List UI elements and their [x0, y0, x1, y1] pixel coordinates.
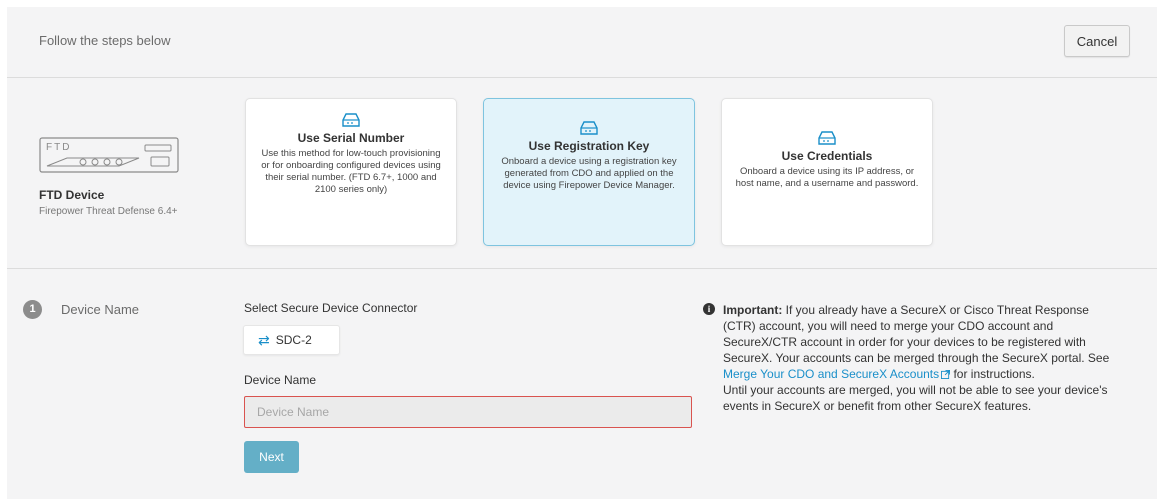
info-icon: i: [703, 303, 715, 315]
card-registration-key[interactable]: Use Registration Key Onboard a device us…: [483, 98, 695, 246]
sdc-label: Select Secure Device Connector: [244, 301, 418, 315]
device-name-label: Device Name: [244, 373, 317, 387]
important-label: Important:: [723, 303, 783, 317]
page-title: Follow the steps below: [39, 33, 171, 48]
cancel-button[interactable]: Cancel: [1064, 25, 1130, 57]
device-subtitle: Firepower Threat Defense 6.4+: [39, 206, 178, 217]
next-button[interactable]: Next: [244, 441, 299, 473]
note-text-end: for instructions.: [950, 367, 1035, 381]
merge-accounts-link-text: Merge Your CDO and SecureX Accounts: [723, 367, 940, 381]
sdc-value: SDC-2: [275, 333, 312, 347]
device-name-step: 1 Device Name Select Secure Device Conne…: [7, 269, 1157, 499]
onboarding-method-section: FTD FTD Device Firepower Threat Defense …: [7, 78, 1157, 269]
card-description: Onboard a device using its IP address, o…: [735, 166, 919, 189]
device-icon: [580, 121, 598, 135]
card-description: Use this method for low-touch provisioni…: [261, 148, 441, 195]
step-number-badge: 1: [23, 300, 42, 319]
device-title: FTD Device: [39, 188, 105, 202]
card-serial-number[interactable]: Use Serial Number Use this method for lo…: [245, 98, 457, 246]
device-icon: [342, 113, 360, 127]
header: Follow the steps below Cancel: [7, 7, 1157, 78]
device-graphic-label: FTD: [46, 142, 71, 153]
card-credentials[interactable]: Use Credentials Onboard a device using i…: [721, 98, 933, 246]
card-title: Use Serial Number: [297, 131, 405, 145]
external-link-icon: [941, 370, 951, 379]
onboarding-panel: Follow the steps below Cancel FTD FTD De…: [7, 7, 1157, 499]
step-label: Device Name: [61, 302, 140, 317]
note-text-second: Until your accounts are merged, you will…: [723, 383, 1108, 413]
ftd-device-icon: FTD: [39, 137, 179, 173]
device-icon: [818, 131, 836, 145]
sdc-selector[interactable]: ⇄ SDC-2: [243, 325, 340, 355]
merge-accounts-link[interactable]: Merge Your CDO and SecureX Accounts: [723, 367, 951, 381]
card-title: Use Credentials: [781, 149, 873, 163]
important-note: i Important: If you already have a Secur…: [703, 302, 1123, 414]
swap-arrows-icon: ⇄: [258, 332, 270, 348]
device-name-input[interactable]: [244, 396, 692, 428]
device-info: FTD FTD Device Firepower Threat Defense …: [39, 136, 179, 217]
card-description: Onboard a device using a registration ke…: [501, 156, 677, 191]
card-title: Use Registration Key: [528, 139, 650, 153]
